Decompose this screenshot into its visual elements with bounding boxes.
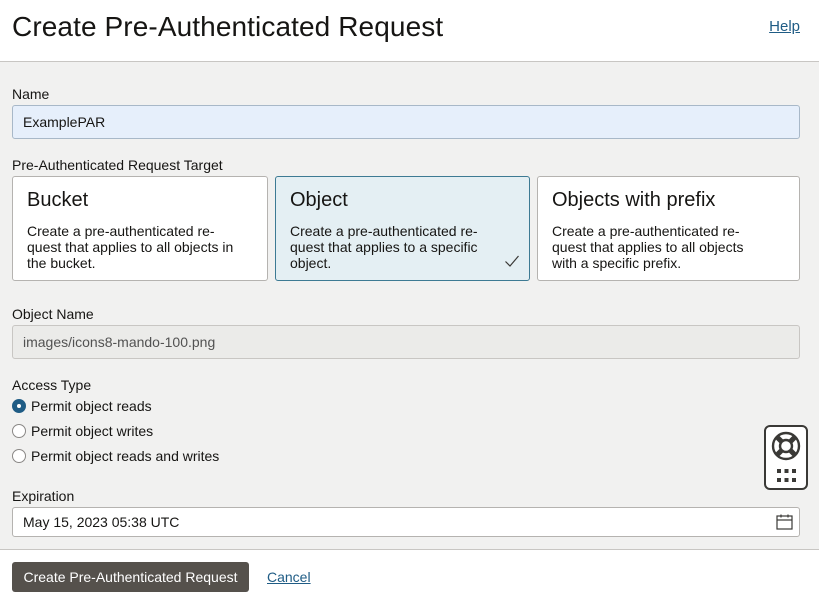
- target-card-object[interactable]: Object Create a pre-authenticated re- qu…: [275, 176, 530, 281]
- card-description-line: Create a pre-authenticated re-: [552, 223, 740, 239]
- radio-permit-object-writes[interactable]: Permit object writes: [12, 423, 153, 439]
- card-title: Object: [290, 189, 348, 211]
- checkmark-icon: [505, 255, 519, 267]
- object-name-field[interactable]: images/icons8-mando-100.png: [12, 325, 800, 359]
- target-card-objects-with-prefix[interactable]: Objects with prefix Create a pre-authent…: [537, 176, 800, 281]
- lifebuoy-icon[interactable]: [771, 431, 801, 461]
- card-description-line: quest that applies to all objects in: [27, 239, 234, 255]
- name-input-value: ExamplePAR: [23, 114, 106, 130]
- radio-permit-object-reads[interactable]: Permit object reads: [12, 398, 152, 414]
- create-par-button[interactable]: Create Pre-Authenticated Request: [12, 562, 249, 592]
- calendar-icon[interactable]: [776, 514, 793, 530]
- radio-permit-object-reads-and-writes[interactable]: Permit object reads and writes: [12, 448, 219, 464]
- cancel-link[interactable]: Cancel: [267, 569, 311, 585]
- page-title: Create Pre-Authenticated Request: [12, 11, 444, 42]
- dialog-footer: Create Pre-Authenticated Request Cancel: [0, 549, 819, 600]
- access-type-label: Access Type: [12, 377, 92, 393]
- card-description-line: the bucket.: [27, 255, 96, 271]
- expiration-label: Expiration: [12, 488, 75, 504]
- object-name-value: images/icons8-mando-100.png: [23, 334, 216, 350]
- help-widget: [764, 425, 808, 490]
- target-card-bucket[interactable]: Bucket Create a pre-authenticated re- qu…: [12, 176, 268, 281]
- card-description-line: quest that applies to a specific: [290, 239, 478, 255]
- radio-label: Permit object writes: [31, 423, 154, 439]
- target-label: Pre-Authenticated Request Target: [12, 157, 223, 173]
- dialog-header: Create Pre-Authenticated Request Help: [0, 0, 819, 62]
- card-description-line: Create a pre-authenticated re-: [290, 223, 478, 239]
- card-title: Objects with prefix: [552, 189, 716, 211]
- name-label: Name: [12, 86, 50, 102]
- expiration-input[interactable]: May 15, 2023 05:38 UTC: [12, 507, 800, 537]
- card-description-line: quest that applies to all objects: [552, 239, 744, 255]
- object-name-label: Object Name: [12, 306, 94, 322]
- name-input[interactable]: ExamplePAR: [12, 105, 800, 139]
- radio-button[interactable]: [12, 424, 26, 438]
- radio-label: Permit object reads: [31, 398, 152, 414]
- card-title: Bucket: [27, 189, 89, 211]
- card-description-line: with a specific prefix.: [552, 255, 682, 271]
- expiration-value: May 15, 2023 05:38 UTC: [23, 514, 180, 530]
- help-link[interactable]: Help: [769, 18, 800, 35]
- card-description-line: Create a pre-authenticated re-: [27, 223, 215, 239]
- card-description-line: object.: [290, 255, 332, 271]
- radio-button[interactable]: [12, 449, 26, 463]
- grid-icon[interactable]: [777, 469, 796, 482]
- radio-button-selected[interactable]: [12, 399, 26, 413]
- radio-label: Permit object reads and writes: [31, 448, 220, 464]
